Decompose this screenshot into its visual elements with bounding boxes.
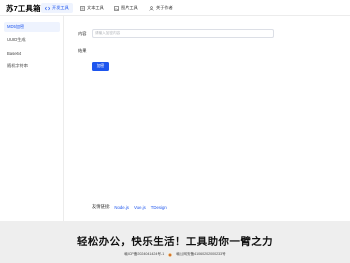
nav-image-tools[interactable]: 图片工具 (110, 3, 142, 13)
top-header: 苏7工具箱 开发工具 文本工具 图片工具 关于作者 (0, 0, 350, 16)
link-nodejs[interactable]: Node.js (114, 205, 129, 210)
police-badge-icon (168, 252, 172, 257)
link-tdesign[interactable]: TDesign (151, 205, 167, 210)
user-icon (149, 5, 154, 11)
nav-label: 开发工具 (52, 5, 69, 10)
image-icon (114, 5, 119, 11)
footer-license: 赣ICP备2024041424号-1 赣公网安备41060202000233号 (0, 252, 350, 257)
result-label: 结果 (78, 48, 87, 53)
nav-label: 关于作者 (156, 5, 173, 10)
footer-slogan: 轻松办公，快乐生活！工具助你一臂之力 (76, 237, 274, 248)
nav-label: 图片工具 (121, 5, 138, 10)
code-icon (45, 6, 50, 11)
friend-links-label: 友情链接: (92, 204, 111, 209)
police-record-link[interactable]: 赣公网安备41060202000233号 (176, 252, 226, 257)
nav-dev-tools[interactable]: 开发工具 (41, 3, 73, 13)
sidebar: MD5加密 UUID生成 Base64 随机字符串 (0, 16, 64, 221)
encrypt-button[interactable]: 加密 (92, 62, 109, 71)
sidebar-item-md5[interactable]: MD5加密 (4, 22, 60, 32)
sidebar-item-random-string[interactable]: 随机字符串 (4, 61, 60, 71)
content-input[interactable]: 请输入加密内容 (92, 29, 274, 38)
footer: 轻松办公，快乐生活！工具助你一臂之力 赣ICP备2024041424号-1 赣公… (0, 221, 350, 263)
nav-about-author[interactable]: 关于作者 (145, 3, 177, 13)
content-label: 内容 (78, 31, 87, 36)
friend-links: 友情链接: Node.js Vue.js TDesign (92, 203, 172, 211)
text-icon (80, 5, 85, 11)
sidebar-item-uuid[interactable]: UUID生成 (4, 35, 60, 45)
nav-text-tools[interactable]: 文本工具 (76, 3, 108, 13)
site-logo[interactable]: 苏7工具箱 (6, 3, 41, 14)
sidebar-item-base64[interactable]: Base64 (4, 48, 60, 58)
nav-label: 文本工具 (87, 5, 104, 10)
link-vuejs[interactable]: Vue.js (134, 205, 146, 210)
icp-link[interactable]: 赣ICP备2024041424号-1 (124, 252, 164, 257)
